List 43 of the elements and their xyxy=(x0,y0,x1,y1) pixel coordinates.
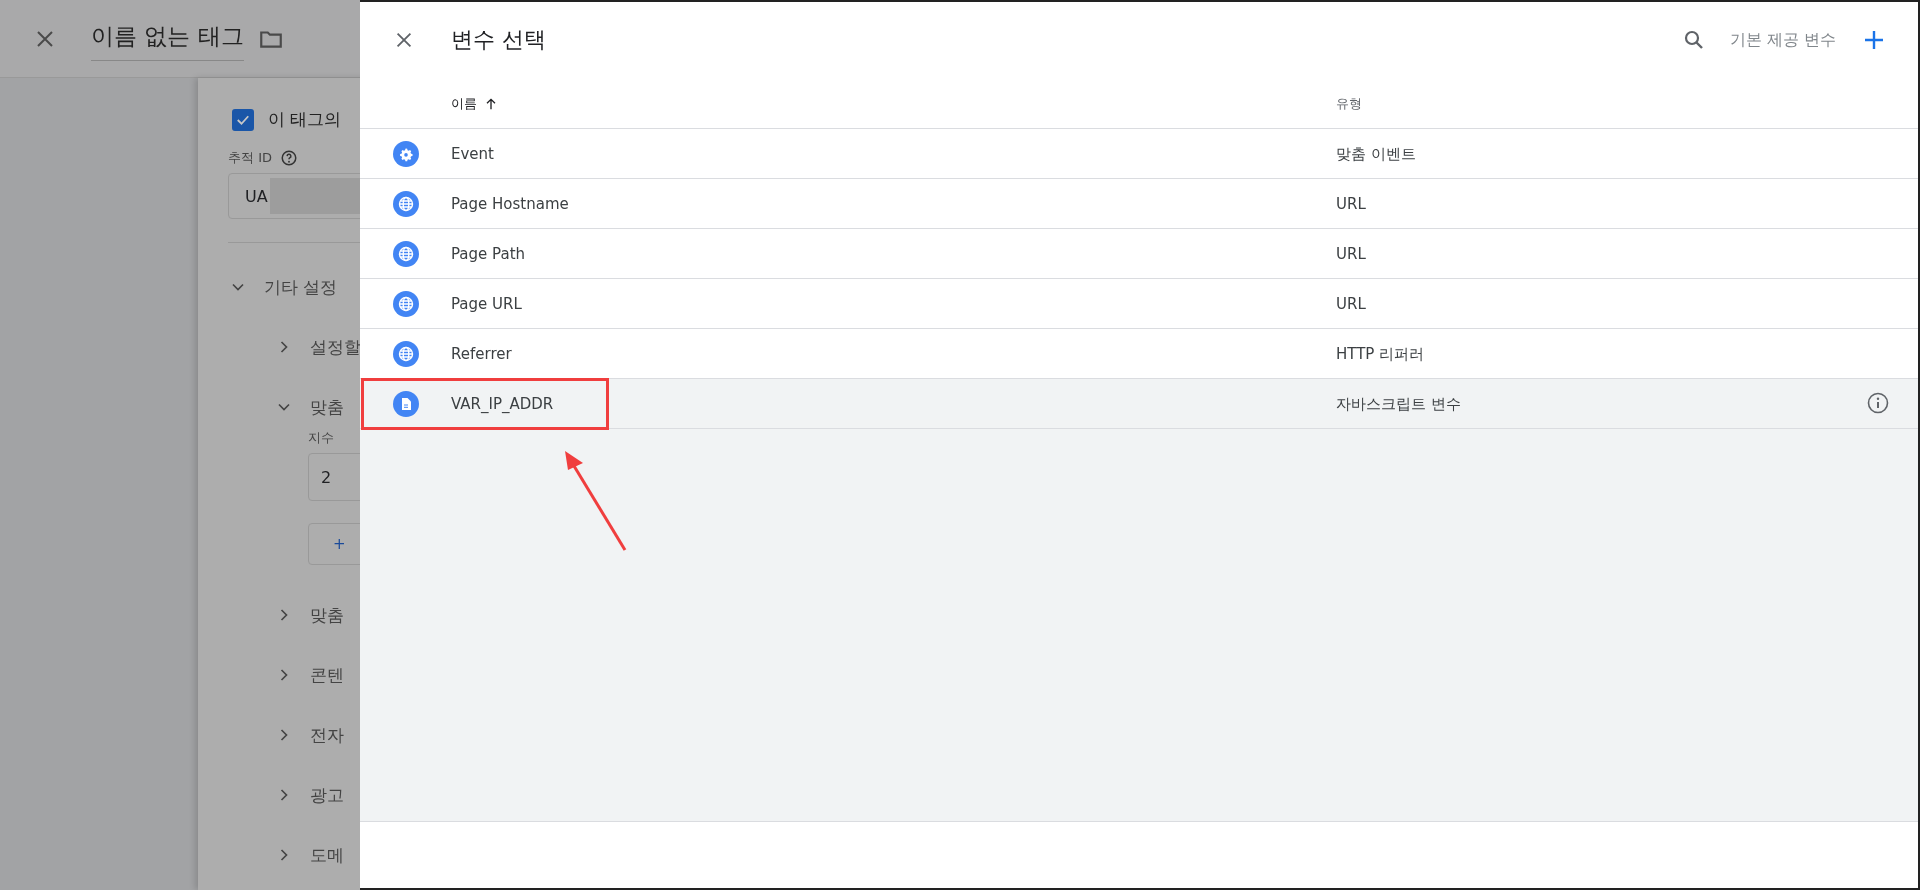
variable-row[interactable]: Event 맞춤 이벤트 xyxy=(360,129,1918,179)
add-icon[interactable] xyxy=(1862,28,1886,52)
column-header[interactable]: 유형 xyxy=(1336,95,1362,113)
globe-icon xyxy=(392,340,419,367)
help-icon[interactable] xyxy=(280,149,298,167)
section-toggle[interactable]: 맞춤 xyxy=(274,585,344,645)
variable-type: URL xyxy=(1336,195,1366,213)
section-toggle[interactable]: 광고 xyxy=(274,765,344,825)
variable-name: Event xyxy=(451,145,494,163)
document-icon xyxy=(392,390,419,417)
variable-row[interactable]: Referrer HTTP 리퍼러 xyxy=(360,329,1918,379)
variable-row[interactable]: Page URL URL xyxy=(360,279,1918,329)
section-toggle[interactable]: 기타 설정 xyxy=(228,257,338,317)
builtin-variables-button[interactable]: 기본 제공 변수 xyxy=(1729,29,1836,51)
column-header[interactable]: 이름 xyxy=(451,95,499,113)
section-toggle[interactable]: 도메 xyxy=(274,825,344,885)
tag-title[interactable]: 이름 없는 태그 xyxy=(91,16,244,61)
globe-icon xyxy=(392,290,419,317)
variable-type: 맞춤 이벤트 xyxy=(1336,144,1416,163)
info-icon[interactable] xyxy=(1866,391,1890,415)
variable-name: VAR_IP_ADDR xyxy=(451,395,554,413)
variable-row[interactable]: Page Hostname URL xyxy=(360,179,1918,229)
variable-type: HTTP 리퍼러 xyxy=(1336,344,1425,363)
variable-name: Referrer xyxy=(451,345,512,363)
variable-row[interactable]: Page Path URL xyxy=(360,229,1918,279)
variable-type: URL xyxy=(1336,295,1366,313)
checkbox[interactable] xyxy=(232,108,254,131)
tracking-id-field[interactable]: UA xyxy=(228,173,360,219)
variable-type: 자바스크립트 변수 xyxy=(1336,394,1461,413)
section-toggle[interactable]: 전자 xyxy=(274,705,344,765)
section-toggle[interactable]: 설정할 xyxy=(274,317,360,377)
panel-title: 변수 선택 xyxy=(451,26,546,54)
field-label: 지수 xyxy=(308,429,334,447)
checkbox-label: 이 태그의 xyxy=(268,108,342,131)
field-label: 추적 ID xyxy=(228,149,272,167)
globe-icon xyxy=(392,190,419,217)
variable-type: URL xyxy=(1336,245,1366,263)
section-toggle[interactable]: 콘텐 xyxy=(274,645,344,705)
variable-name: Page Path xyxy=(451,245,526,263)
variable-name: Page URL xyxy=(451,295,522,313)
globe-icon xyxy=(392,240,419,267)
variable-name: Page Hostname xyxy=(451,195,569,213)
gear-icon xyxy=(392,140,419,167)
